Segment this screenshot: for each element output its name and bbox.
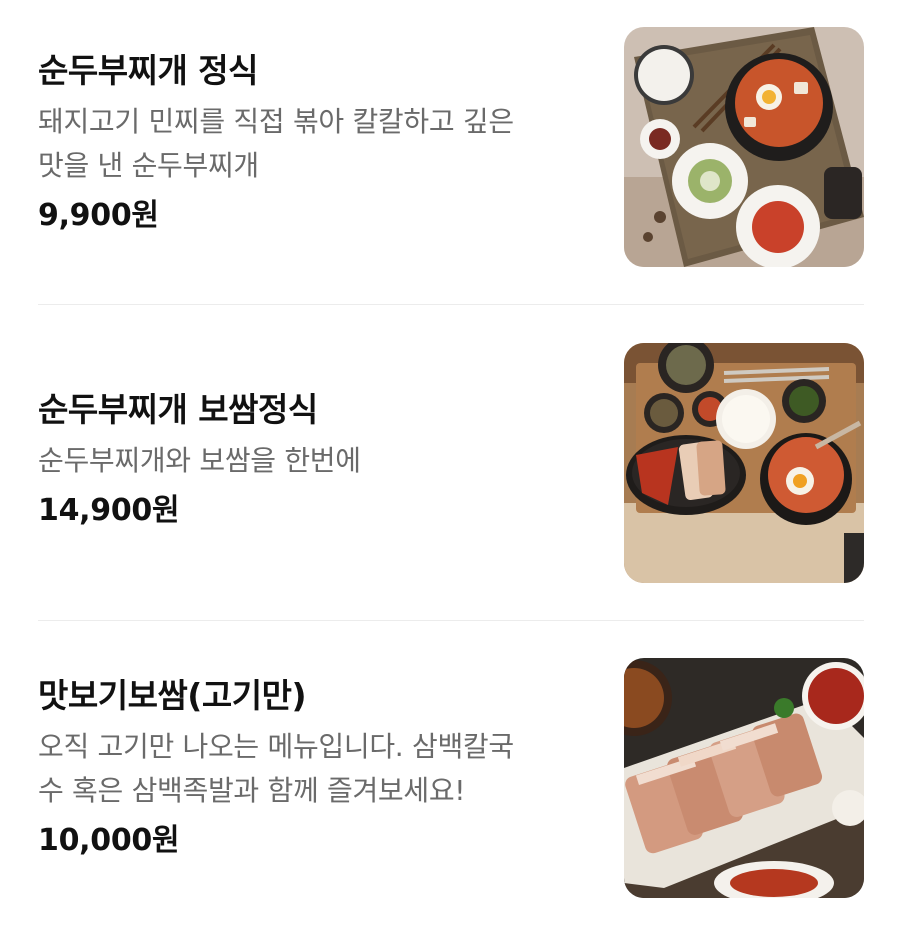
menu-item-name: 맛보기보쌈(고기만) xyxy=(38,676,307,715)
description-line: 맛을 낸 순두부찌개 xyxy=(38,149,259,182)
pork-slices-photo-icon xyxy=(624,658,864,898)
menu-list: 순두부찌개 정식 돼지고기 민찌를 직접 볶아 칼칼하고 깊은 맛을 낸 순두부… xyxy=(0,0,900,928)
menu-item-text: 맛보기보쌈(고기만) 오직 고기만 나오는 메뉴입니다. 삼백칼국 수 혹은 삼… xyxy=(38,673,598,863)
menu-item[interactable]: 순두부찌개 보쌈정식 순두부찌개와 보쌈을 한번에 14,900원 xyxy=(0,305,900,620)
description-line: 오직 고기만 나오는 메뉴입니다. 삼백칼국 xyxy=(38,730,514,763)
menu-item-name: 순두부찌개 정식 xyxy=(38,51,259,90)
bossam-set-photo-icon xyxy=(624,343,864,583)
menu-item-thumbnail[interactable] xyxy=(624,658,864,898)
menu-item-price: 9,900원 xyxy=(38,198,159,233)
description-line: 순두부찌개와 보쌈을 한번에 xyxy=(38,444,361,477)
menu-item-thumbnail[interactable] xyxy=(624,343,864,583)
menu-item-price: 14,900원 xyxy=(38,493,180,528)
sundubu-set-photo-icon xyxy=(624,27,864,267)
description-line: 돼지고기 민찌를 직접 볶아 칼칼하고 깊은 xyxy=(38,105,514,138)
menu-item-price: 10,000원 xyxy=(38,823,180,858)
menu-item-description: 오직 고기만 나오는 메뉴입니다. 삼백칼국 수 혹은 삼백족발과 함께 즐겨보… xyxy=(38,725,598,813)
menu-item[interactable]: 순두부찌개 정식 돼지고기 민찌를 직접 볶아 칼칼하고 깊은 맛을 낸 순두부… xyxy=(0,0,900,304)
menu-item-description: 돼지고기 민찌를 직접 볶아 칼칼하고 깊은 맛을 낸 순두부찌개 xyxy=(38,100,598,188)
description-line: 수 혹은 삼백족발과 함께 즐겨보세요! xyxy=(38,774,466,807)
menu-item-text: 순두부찌개 정식 돼지고기 민찌를 직접 볶아 칼칼하고 깊은 맛을 낸 순두부… xyxy=(38,48,598,238)
menu-item-description: 순두부찌개와 보쌈을 한번에 xyxy=(38,439,598,483)
menu-item-text: 순두부찌개 보쌈정식 순두부찌개와 보쌈을 한번에 14,900원 xyxy=(38,387,598,533)
menu-item[interactable]: 맛보기보쌈(고기만) 오직 고기만 나오는 메뉴입니다. 삼백칼국 수 혹은 삼… xyxy=(0,621,900,928)
menu-item-thumbnail[interactable] xyxy=(624,27,864,267)
menu-item-name: 순두부찌개 보쌈정식 xyxy=(38,390,318,429)
